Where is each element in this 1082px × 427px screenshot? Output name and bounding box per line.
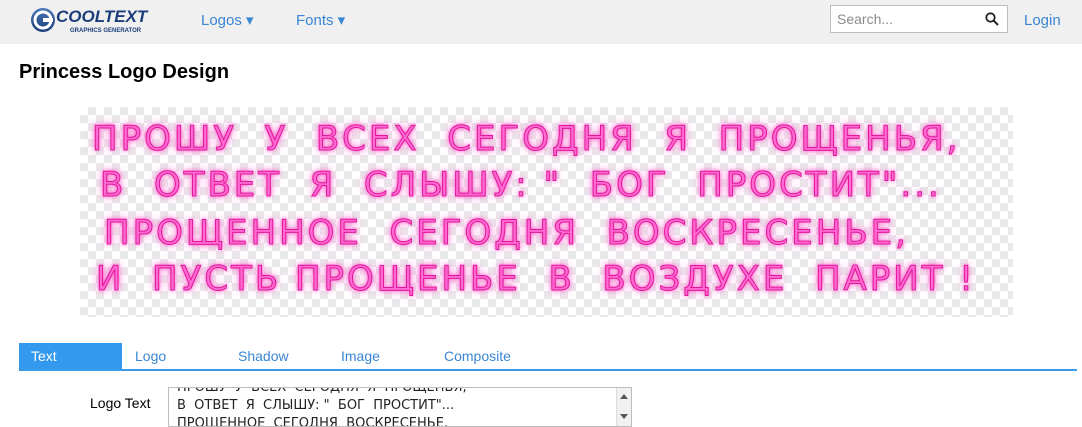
textarea-scrollbar[interactable]: [616, 388, 631, 426]
preview-line: ПРОЩЕННОЕ СЕГОДНЯ ВОСКРЕСЕНЬЕ,: [104, 213, 909, 254]
search-input[interactable]: [837, 9, 977, 29]
svg-text:GRAPHICS GENERATOR: GRAPHICS GENERATOR: [70, 28, 142, 34]
preview-line: И ПУСТЬ ПРОЩЕНЬЕ В ВОЗДУХЕ ПАРИТ !: [96, 259, 976, 300]
search-box: [830, 5, 1008, 33]
scroll-up-icon[interactable]: [620, 394, 628, 399]
nav-fonts-dropdown[interactable]: Fonts ▾: [296, 11, 345, 29]
scroll-down-icon[interactable]: [620, 414, 628, 419]
login-link[interactable]: Login: [1024, 12, 1061, 29]
preview-line: В ОТВЕТ Я СЛЫШУ: " БОГ ПРОСТИТ"...: [100, 165, 942, 206]
tab-shadow[interactable]: Shadow: [238, 343, 289, 369]
cooltext-logo-icon: COOLTEXT GRAPHICS GENERATOR: [31, 7, 149, 34]
tab-logo[interactable]: Logo: [135, 343, 166, 369]
top-navigation-bar: COOLTEXT GRAPHICS GENERATOR Logos ▾ Font…: [0, 0, 1082, 44]
nav-logos-dropdown[interactable]: Logos ▾: [201, 11, 254, 29]
tab-image[interactable]: Image: [341, 343, 380, 369]
logo-text-input[interactable]: ПРОШУ У ВСЕХ СЕГОДНЯ Я ПРОЩЕНЬЯ, В ОТВЕТ…: [177, 388, 607, 426]
preview-line: ПРОШУ У ВСЕХ СЕГОДНЯ Я ПРОЩЕНЬЯ,: [91, 119, 961, 160]
page-title: Princess Logo Design: [19, 61, 230, 83]
editor-tabs: Text Logo Shadow Image Composite: [19, 343, 1077, 371]
search-icon[interactable]: [985, 12, 999, 26]
logo-text-field-container: ПРОШУ У ВСЕХ СЕГОДНЯ Я ПРОЩЕНЬЯ, В ОТВЕТ…: [168, 387, 632, 427]
svg-text:COOLTEXT: COOLTEXT: [56, 7, 149, 26]
logo-preview-image: ПРОШУ У ВСЕХ СЕГОДНЯ Я ПРОЩЕНЬЯ, В ОТВЕТ…: [80, 107, 1013, 317]
logo-text-label: Logo Text: [90, 395, 151, 411]
tab-composite[interactable]: Composite: [444, 343, 511, 369]
tab-text[interactable]: Text: [19, 343, 122, 369]
cooltext-logo[interactable]: COOLTEXT GRAPHICS GENERATOR: [30, 5, 170, 35]
